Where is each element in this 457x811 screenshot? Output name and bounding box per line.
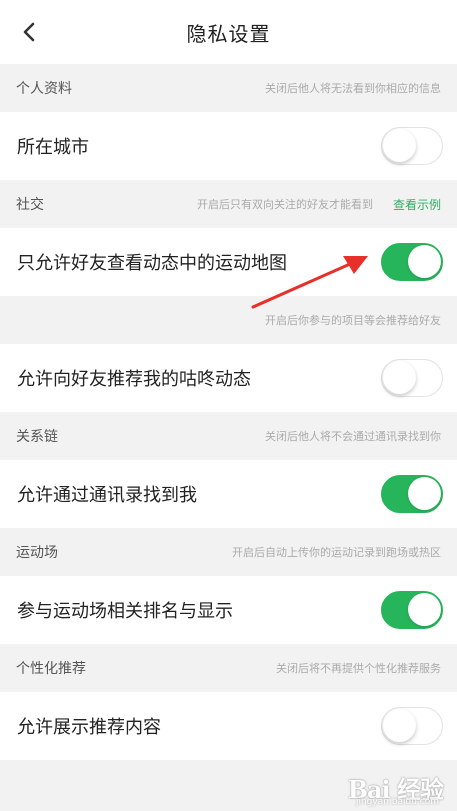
section-header-personalized: 个性化推荐 关闭后将不再提供个性化推荐服务 [0, 644, 457, 692]
section-note: 关闭后他人将无法看到你相应的信息 [265, 82, 441, 95]
setting-row-show-recommendations[interactable]: 允许展示推荐内容 [0, 692, 457, 760]
section-header-recommend: 开启后你参与的项目等会推荐给好友 [0, 296, 457, 344]
setting-label: 允许通过通讯录找到我 [17, 485, 197, 506]
setting-label: 所在城市 [17, 137, 89, 158]
setting-row-city[interactable]: 所在城市 [0, 112, 457, 180]
city-toggle[interactable] [381, 127, 443, 165]
find-by-contacts-toggle[interactable] [381, 475, 443, 513]
recommend-gudong-toggle[interactable] [381, 359, 443, 397]
setting-row-find-by-contacts[interactable]: 允许通过通讯录找到我 [0, 460, 457, 528]
setting-row-ranking-display[interactable]: 参与运动场相关排名与显示 [0, 576, 457, 644]
section-header-contacts: 关系链 关闭后他人将不会通过通讯录找到你 [0, 412, 457, 460]
toggle-knob [383, 361, 416, 394]
section-title: 关系链 [16, 429, 58, 445]
section-title: 个性化推荐 [16, 661, 86, 677]
section-note: 开启后只有双向关注的好友才能看到 [196, 198, 373, 211]
section-header-profile: 个人资料 关闭后他人将无法看到你相应的信息 [0, 64, 457, 112]
setting-row-friends-only-map[interactable]: 只允许好友查看动态中的运动地图 [0, 228, 457, 296]
chevron-left-icon [23, 22, 35, 42]
back-button[interactable] [12, 14, 46, 50]
watermark: Bai 经验 jingyan.baidu.com [348, 770, 444, 807]
setting-label: 允许向好友推荐我的咕咚动态 [17, 369, 251, 390]
section-header-social: 社交 开启后只有双向关注的好友才能看到 查看示例 [0, 180, 457, 228]
watermark-sub: jingyan.baidu.com [355, 797, 439, 807]
setting-label: 允许展示推荐内容 [17, 717, 161, 738]
toggle-knob [408, 477, 441, 510]
toggle-knob [383, 709, 416, 742]
setting-label: 只允许好友查看动态中的运动地图 [17, 253, 287, 274]
section-title: 运动场 [16, 545, 58, 561]
setting-row-recommend-gudong[interactable]: 允许向好友推荐我的咕咚动态 [0, 344, 457, 412]
navigation-bar: 隐私设置 [0, 0, 457, 64]
section-note: 关闭后他人将不会通过通讯录找到你 [265, 430, 441, 443]
section-title: 社交 [16, 197, 44, 213]
friends-only-map-toggle[interactable] [381, 243, 443, 281]
setting-label: 参与运动场相关排名与显示 [17, 601, 233, 622]
show-recommendations-toggle[interactable] [381, 707, 443, 745]
page-title: 隐私设置 [186, 21, 271, 46]
toggle-knob [408, 593, 441, 626]
view-example-link[interactable]: 查看示例 [393, 196, 441, 213]
section-note: 关闭后将不再提供个性化推荐服务 [276, 662, 441, 675]
section-header-right: 开启后只有双向关注的好友才能看到 查看示例 [197, 196, 441, 213]
toggle-knob [383, 129, 416, 162]
section-title: 个人资料 [16, 81, 72, 97]
section-header-arena: 运动场 开启后自动上传你的运动记录到跑场或热区 [0, 528, 457, 576]
toggle-knob [408, 245, 441, 278]
section-note: 开启后你参与的项目等会推荐给好友 [265, 314, 441, 327]
ranking-display-toggle[interactable] [381, 591, 443, 629]
section-note: 开启后自动上传你的运动记录到跑场或热区 [232, 546, 441, 559]
